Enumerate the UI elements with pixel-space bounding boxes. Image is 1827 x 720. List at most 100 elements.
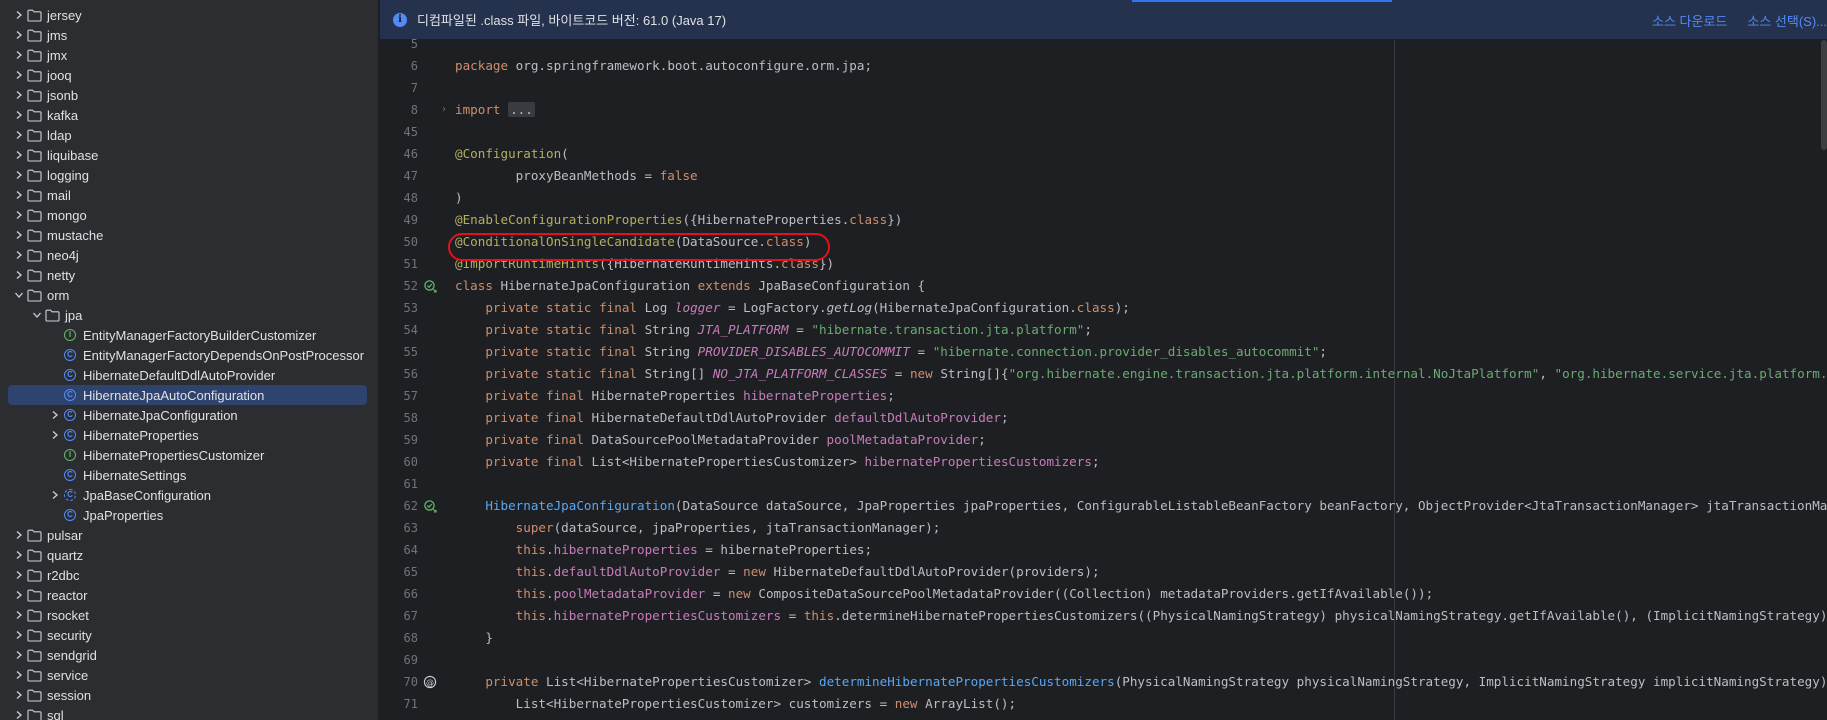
chevron-down-icon[interactable] — [12, 288, 26, 302]
tree-item[interactable]: r2dbc — [0, 565, 378, 585]
tree-item[interactable]: C JpaProperties — [0, 505, 378, 525]
code-line[interactable]: List<HibernatePropertiesCustomizer> cust… — [455, 693, 1016, 715]
tree-item[interactable]: ldap — [0, 125, 378, 145]
annotation-gutter-icon[interactable]: @ — [422, 674, 438, 690]
fold-toggle-icon[interactable]: › — [441, 104, 447, 115]
vertical-scrollbar[interactable] — [1821, 40, 1827, 150]
tree-item[interactable]: jooq — [0, 65, 378, 85]
code-line[interactable]: HibernateJpaConfiguration(DataSource dat… — [455, 495, 1827, 517]
chevron-right-icon[interactable] — [12, 688, 26, 702]
code-line[interactable]: @ConditionalOnSingleCandidate(DataSource… — [455, 231, 811, 253]
code-editor[interactable]: i 디컴파일된 .class 파일, 바이트코드 버전: 61.0 (Java … — [380, 0, 1827, 720]
code-line[interactable]: this.defaultDdlAutoProvider = new Hibern… — [455, 561, 1100, 583]
chevron-right-icon[interactable] — [12, 708, 26, 720]
chevron-right-icon[interactable] — [12, 88, 26, 102]
tree-item[interactable]: jsonb — [0, 85, 378, 105]
chevron-right-icon[interactable] — [12, 68, 26, 82]
chevron-right-icon[interactable] — [12, 268, 26, 282]
chevron-right-icon[interactable] — [12, 48, 26, 62]
chevron-right-icon[interactable] — [48, 488, 62, 502]
tree-item[interactable]: sendgrid — [0, 645, 378, 665]
chevron-right-icon[interactable] — [12, 8, 26, 22]
tree-item[interactable]: C HibernateDefaultDdlAutoProvider — [0, 365, 378, 385]
code-line[interactable]: this.hibernatePropertiesCustomizers = th… — [455, 605, 1827, 627]
tree-item[interactable]: C EntityManagerFactoryDependsOnPostProces… — [0, 345, 378, 365]
code-line[interactable]: this.hibernateProperties = hibernateProp… — [455, 539, 872, 561]
chevron-right-icon[interactable] — [12, 608, 26, 622]
tree-item[interactable]: rsocket — [0, 605, 378, 625]
project-tree[interactable]: jersey jms jmx jooq jsonb kafka ldap liquibase l… — [0, 0, 379, 720]
tree-item[interactable]: jms — [0, 25, 378, 45]
code-line[interactable]: private List<HibernatePropertiesCustomiz… — [455, 671, 1827, 693]
tree-item[interactable]: sql — [0, 705, 378, 720]
tree-item[interactable]: pulsar — [0, 525, 378, 545]
chevron-down-icon[interactable] — [30, 308, 44, 322]
code-line[interactable]: private final HibernateDefaultDdlAutoPro… — [455, 407, 1008, 429]
code-line[interactable]: private static final String PROVIDER_DIS… — [455, 341, 1327, 363]
code-line[interactable]: ) — [455, 187, 463, 209]
code-line[interactable]: private final List<HibernatePropertiesCu… — [455, 451, 1099, 473]
chevron-right-icon[interactable] — [12, 588, 26, 602]
chevron-right-icon[interactable] — [12, 188, 26, 202]
code-area[interactable]: package org.springframework.boot.autocon… — [455, 40, 1827, 720]
chevron-right-icon[interactable] — [48, 408, 62, 422]
chevron-right-icon[interactable] — [12, 108, 26, 122]
chevron-right-icon[interactable] — [12, 568, 26, 582]
tree-item[interactable]: service — [0, 665, 378, 685]
tree-item[interactable]: netty — [0, 265, 378, 285]
chevron-right-icon[interactable] — [12, 668, 26, 682]
chevron-right-icon[interactable] — [12, 208, 26, 222]
code-line[interactable]: proxyBeanMethods = false — [455, 165, 698, 187]
code-line[interactable]: this.poolMetadataProvider = new Composit… — [455, 583, 1434, 605]
code-line[interactable]: } — [455, 627, 493, 649]
code-line[interactable]: private final DataSourcePoolMetadataProv… — [455, 429, 985, 451]
chevron-right-icon[interactable] — [12, 228, 26, 242]
tree-item[interactable]: session — [0, 685, 378, 705]
code-line[interactable]: private static final String JTA_PLATFORM… — [455, 319, 1092, 341]
chevron-right-icon[interactable] — [12, 248, 26, 262]
chevron-right-icon[interactable] — [12, 548, 26, 562]
chevron-right-icon[interactable] — [12, 28, 26, 42]
code-line[interactable]: @Configuration( — [455, 143, 569, 165]
implements-gutter-icon[interactable] — [422, 498, 438, 514]
tree-item[interactable]: jersey — [0, 5, 378, 25]
chevron-right-icon[interactable] — [12, 648, 26, 662]
tree-item[interactable]: security — [0, 625, 378, 645]
tree-item[interactable]: C HibernateSettings — [0, 465, 378, 485]
tree-item[interactable]: logging — [0, 165, 378, 185]
chevron-right-icon[interactable] — [12, 128, 26, 142]
code-line[interactable]: import ... — [455, 99, 535, 121]
tree-item[interactable]: I HibernatePropertiesCustomizer — [0, 445, 378, 465]
tree-item[interactable]: reactor — [0, 585, 378, 605]
chevron-right-icon[interactable] — [12, 528, 26, 542]
tree-item[interactable]: C HibernateJpaAutoConfiguration — [0, 385, 378, 405]
tree-item[interactable]: C HibernateJpaConfiguration — [0, 405, 378, 425]
choose-sources-link[interactable]: 소스 선택(S)... — [1747, 11, 1827, 30]
download-sources-link[interactable]: 소스 다운로드 — [1652, 11, 1727, 30]
code-line[interactable]: super(dataSource, jpaProperties, jtaTran… — [455, 517, 941, 539]
code-line[interactable]: @EnableConfigurationProperties({Hibernat… — [455, 209, 902, 231]
chevron-right-icon[interactable] — [12, 148, 26, 162]
tree-item[interactable]: mongo — [0, 205, 378, 225]
implements-gutter-icon[interactable] — [422, 278, 438, 294]
code-line[interactable]: private final HibernateProperties hibern… — [455, 385, 894, 407]
tree-item[interactable]: orm — [0, 285, 378, 305]
tree-item[interactable]: neo4j — [0, 245, 378, 265]
tree-item[interactable]: quartz — [0, 545, 378, 565]
tree-item[interactable]: jpa — [0, 305, 378, 325]
tree-item[interactable]: C HibernateProperties — [0, 425, 378, 445]
tree-item[interactable]: C JpaBaseConfiguration — [0, 485, 378, 505]
code-line[interactable]: private static final String[] NO_JTA_PLA… — [455, 363, 1827, 385]
code-line[interactable]: class HibernateJpaConfiguration extends … — [455, 275, 925, 297]
chevron-right-icon[interactable] — [12, 628, 26, 642]
code-line[interactable]: package org.springframework.boot.autocon… — [455, 55, 872, 77]
tree-item[interactable]: mail — [0, 185, 378, 205]
tree-item[interactable]: I EntityManagerFactoryBuilderCustomizer — [0, 325, 378, 345]
tree-item[interactable]: jmx — [0, 45, 378, 65]
tree-item[interactable]: mustache — [0, 225, 378, 245]
tree-item[interactable]: liquibase — [0, 145, 378, 165]
code-line[interactable]: @ImportRuntimeHints({HibernateRuntimeHin… — [455, 253, 834, 275]
chevron-right-icon[interactable] — [48, 428, 62, 442]
token-fold[interactable]: ... — [508, 102, 535, 117]
chevron-right-icon[interactable] — [12, 168, 26, 182]
